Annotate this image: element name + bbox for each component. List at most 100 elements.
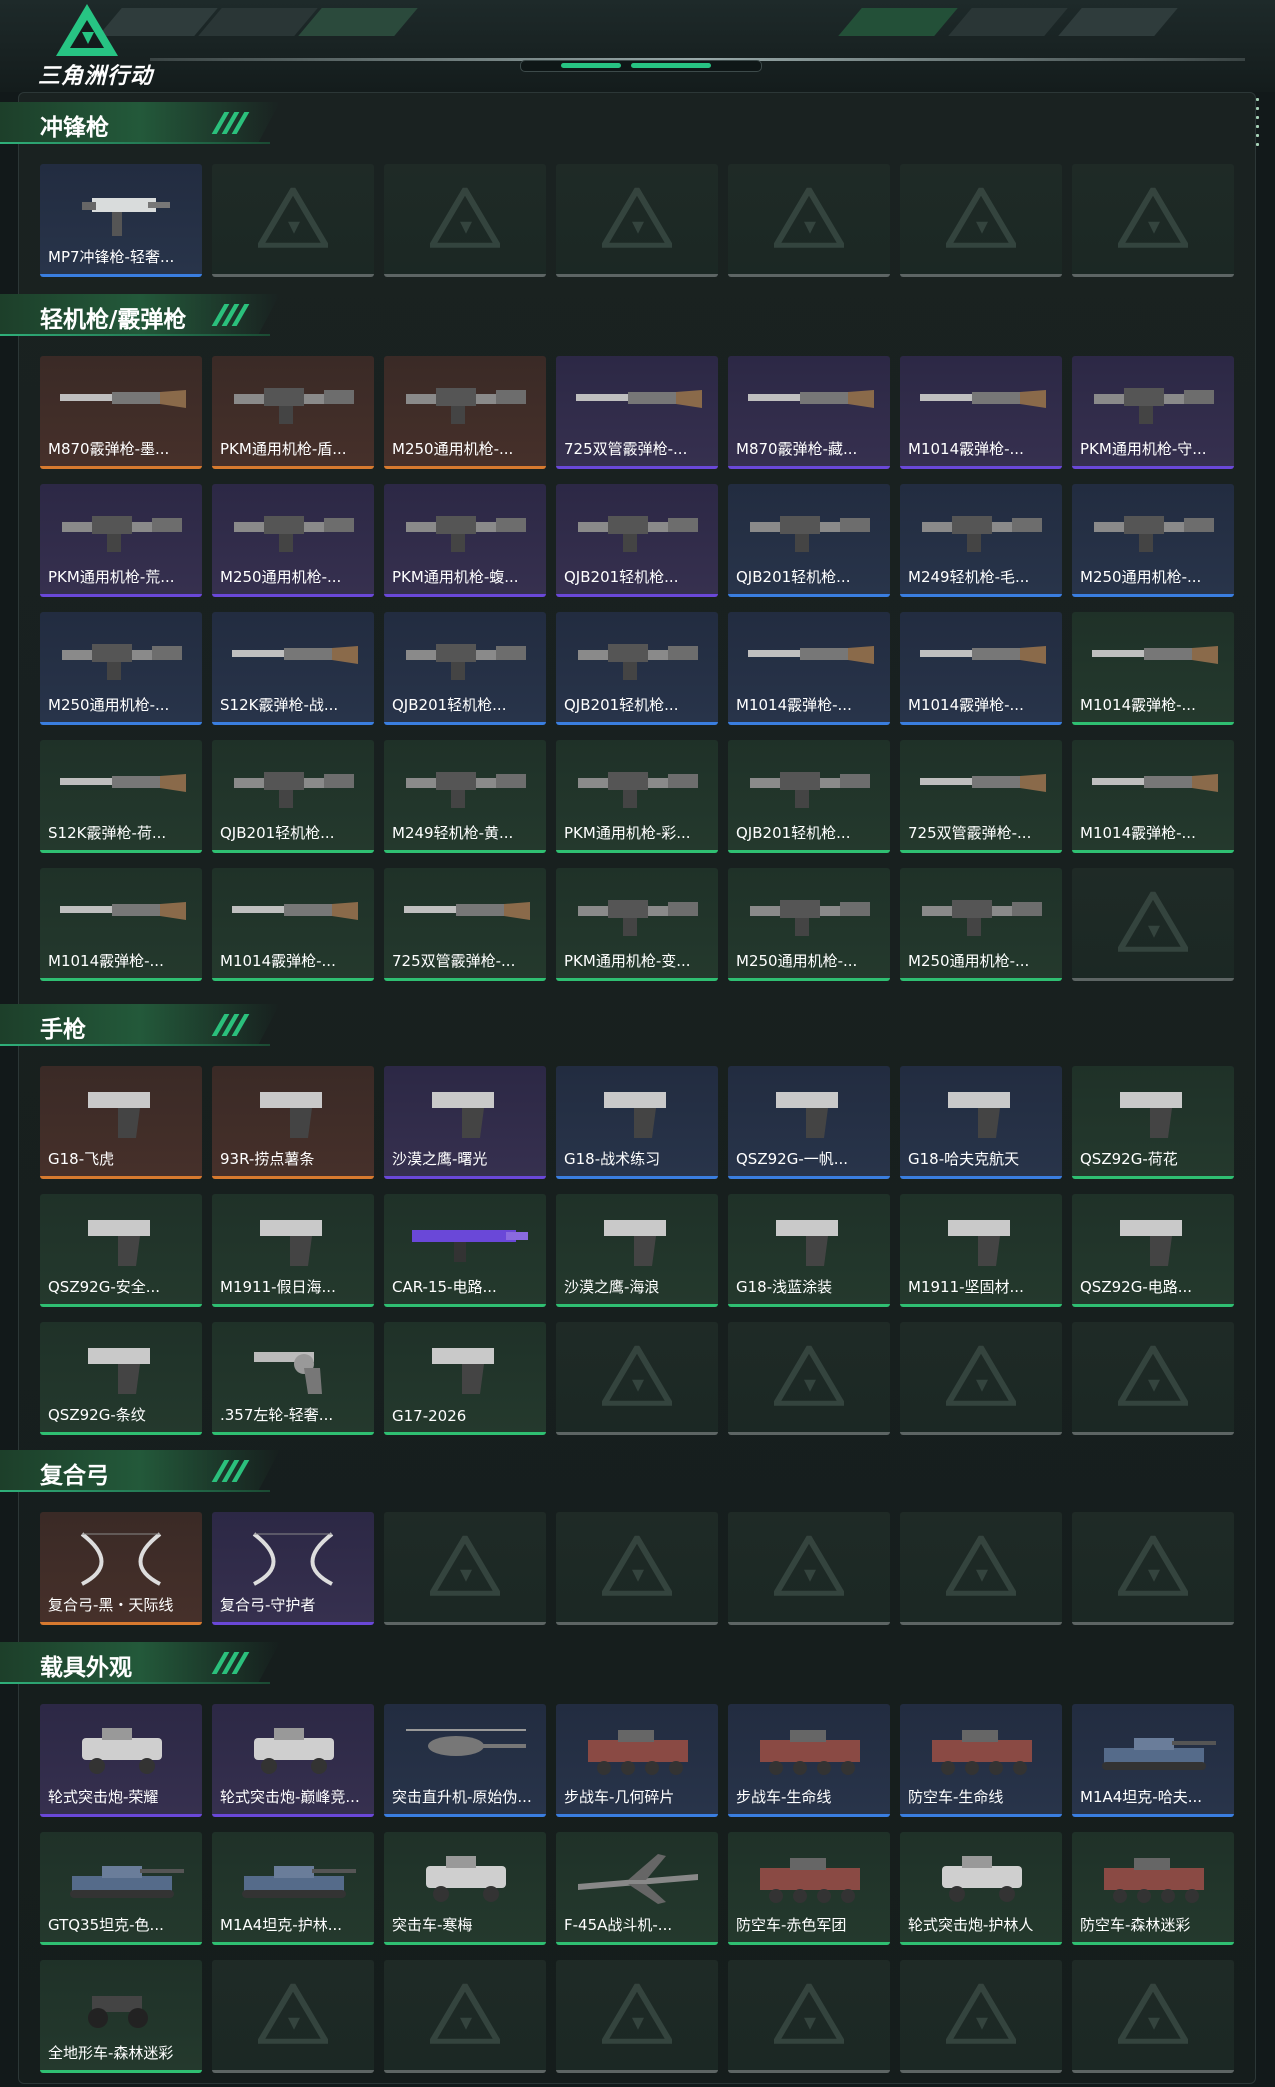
- item-card[interactable]: G18-哈夫克航天: [900, 1066, 1062, 1179]
- item-card[interactable]: M1911-假日海...: [212, 1194, 374, 1307]
- item-card[interactable]: PKM通用机枪-守...: [1072, 356, 1234, 469]
- delta-watermark-icon: [1118, 187, 1188, 248]
- item-card[interactable]: QSZ92G-一帆...: [728, 1066, 890, 1179]
- item-label: G18-浅蓝涂装: [736, 1278, 833, 1296]
- delta-watermark-icon: [774, 1345, 844, 1406]
- item-label: G17-2026: [392, 1407, 467, 1425]
- item-card[interactable]: QJB201轻机枪...: [384, 612, 546, 725]
- item-card[interactable]: M1A4坦克-哈夫...: [1072, 1704, 1234, 1817]
- item-card[interactable]: M1014霰弹枪-...: [40, 868, 202, 981]
- item-label: QJB201轻机枪...: [736, 568, 851, 586]
- item-card[interactable]: M1A4坦克-护林...: [212, 1832, 374, 1945]
- item-card[interactable]: PKM通用机枪-彩...: [556, 740, 718, 853]
- machine-gun-icon: [62, 516, 182, 552]
- item-card[interactable]: M249轻机枪-黄...: [384, 740, 546, 853]
- item-card[interactable]: M250通用机枪-...: [728, 868, 890, 981]
- item-card[interactable]: G18-战术练习: [556, 1066, 718, 1179]
- item-card[interactable]: 复合弓-黑・天际线: [40, 1512, 202, 1625]
- item-card[interactable]: M870霰弹枪-墨...: [40, 356, 202, 469]
- delta-watermark-icon: [774, 1535, 844, 1596]
- item-card[interactable]: G18-飞虎: [40, 1066, 202, 1179]
- item-card[interactable]: 725双管霰弹枪-...: [384, 868, 546, 981]
- revolver-icon: [254, 1352, 322, 1394]
- item-card[interactable]: M250通用机枪-...: [1072, 484, 1234, 597]
- item-card[interactable]: PKM通用机枪-盾...: [212, 356, 374, 469]
- item-card[interactable]: M1014霰弹枪-...: [900, 356, 1062, 469]
- item-card[interactable]: M870霰弹枪-藏...: [728, 356, 890, 469]
- item-card[interactable]: QSZ92G-条纹: [40, 1322, 202, 1435]
- item-label: M1911-假日海...: [220, 1278, 336, 1296]
- header-ticks: [211, 304, 258, 326]
- item-card[interactable]: M1014霰弹枪-...: [212, 868, 374, 981]
- item-card[interactable]: QSZ92G-电路...: [1072, 1194, 1234, 1307]
- item-card[interactable]: M250通用机枪-...: [900, 868, 1062, 981]
- item-card[interactable]: 93R-捞点薯条: [212, 1066, 374, 1179]
- delta-watermark-icon: [946, 1535, 1016, 1596]
- machine-gun-icon: [922, 516, 1042, 552]
- item-card[interactable]: 防空车-森林迷彩: [1072, 1832, 1234, 1945]
- scrollbar[interactable]: [1255, 98, 1261, 152]
- item-card[interactable]: M249轻机枪-毛...: [900, 484, 1062, 597]
- item-label: 轮式突击炮-荣耀: [48, 1788, 159, 1806]
- empty-slot: [900, 1960, 1062, 2073]
- item-label: M250通用机枪-...: [908, 952, 1030, 970]
- bow-icon: [80, 1532, 162, 1586]
- item-card[interactable]: MP7冲锋枪-轻奢...: [40, 164, 202, 277]
- item-label: M1014霰弹枪-...: [48, 952, 164, 970]
- item-card[interactable]: 防空车-赤色军团: [728, 1832, 890, 1945]
- item-card[interactable]: CAR-15-电路...: [384, 1194, 546, 1307]
- item-card[interactable]: PKM通用机枪-荒...: [40, 484, 202, 597]
- item-card[interactable]: M1014霰弹枪-...: [728, 612, 890, 725]
- item-label: 725双管霰弹枪-...: [392, 952, 516, 970]
- item-card[interactable]: QJB201轻机枪...: [728, 740, 890, 853]
- item-card[interactable]: 步战车-生命线: [728, 1704, 890, 1817]
- item-card[interactable]: QJB201轻机枪...: [212, 740, 374, 853]
- item-card[interactable]: PKM通用机枪-变...: [556, 868, 718, 981]
- item-card[interactable]: .357左轮-轻奢...: [212, 1322, 374, 1435]
- item-card[interactable]: M1014霰弹枪-...: [900, 612, 1062, 725]
- empty-slot: [728, 1322, 890, 1435]
- item-card[interactable]: 突击车-寒梅: [384, 1832, 546, 1945]
- pistol-icon: [948, 1220, 1010, 1266]
- item-card[interactable]: 725双管霰弹枪-...: [900, 740, 1062, 853]
- item-label: M1014霰弹枪-...: [1080, 696, 1196, 714]
- item-card[interactable]: 步战车-几何碎片: [556, 1704, 718, 1817]
- item-label: QSZ92G-安全...: [48, 1278, 161, 1296]
- item-card[interactable]: QSZ92G-安全...: [40, 1194, 202, 1307]
- item-label: QJB201轻机枪...: [220, 824, 335, 842]
- item-card[interactable]: 全地形车-森林迷彩: [40, 1960, 202, 2073]
- pistol-icon: [1120, 1092, 1182, 1138]
- item-card[interactable]: M250通用机枪-...: [212, 484, 374, 597]
- item-card[interactable]: PKM通用机枪-蝮...: [384, 484, 546, 597]
- item-card[interactable]: QJB201轻机枪...: [556, 484, 718, 597]
- item-card[interactable]: 轮式突击炮-巅峰竞...: [212, 1704, 374, 1817]
- item-card[interactable]: S12K霰弹枪-荷...: [40, 740, 202, 853]
- item-card[interactable]: M250通用机枪-...: [384, 356, 546, 469]
- item-card[interactable]: F-45A战斗机-...: [556, 1832, 718, 1945]
- item-card[interactable]: 防空车-生命线: [900, 1704, 1062, 1817]
- header-stripe: [948, 8, 1068, 36]
- armored-car-icon: [82, 1728, 162, 1774]
- item-card[interactable]: 沙漠之鹰-海浪: [556, 1194, 718, 1307]
- item-card[interactable]: 725双管霰弹枪-...: [556, 356, 718, 469]
- section-header: 手枪: [0, 1004, 280, 1046]
- machine-gun-icon: [406, 644, 526, 680]
- item-card[interactable]: QJB201轻机枪...: [728, 484, 890, 597]
- item-card[interactable]: G17-2026: [384, 1322, 546, 1435]
- item-card[interactable]: GTQ35坦克-色...: [40, 1832, 202, 1945]
- item-card[interactable]: 突击直升机-原始伪...: [384, 1704, 546, 1817]
- item-card[interactable]: G18-浅蓝涂装: [728, 1194, 890, 1307]
- item-card[interactable]: 沙漠之鹰-曙光: [384, 1066, 546, 1179]
- item-card[interactable]: 轮式突击炮-护林人: [900, 1832, 1062, 1945]
- item-card[interactable]: M1014霰弹枪-...: [1072, 740, 1234, 853]
- item-label: M250通用机枪-...: [392, 440, 514, 458]
- item-card[interactable]: S12K霰弹枪-战...: [212, 612, 374, 725]
- item-card[interactable]: 轮式突击炮-荣耀: [40, 1704, 202, 1817]
- item-card[interactable]: QJB201轻机枪...: [556, 612, 718, 725]
- item-card[interactable]: M1014霰弹枪-...: [1072, 612, 1234, 725]
- item-label: 防空车-赤色军团: [736, 1916, 847, 1934]
- item-card[interactable]: QSZ92G-荷花: [1072, 1066, 1234, 1179]
- item-card[interactable]: M250通用机枪-...: [40, 612, 202, 725]
- item-card[interactable]: 复合弓-守护者: [212, 1512, 374, 1625]
- item-card[interactable]: M1911-坚固材...: [900, 1194, 1062, 1307]
